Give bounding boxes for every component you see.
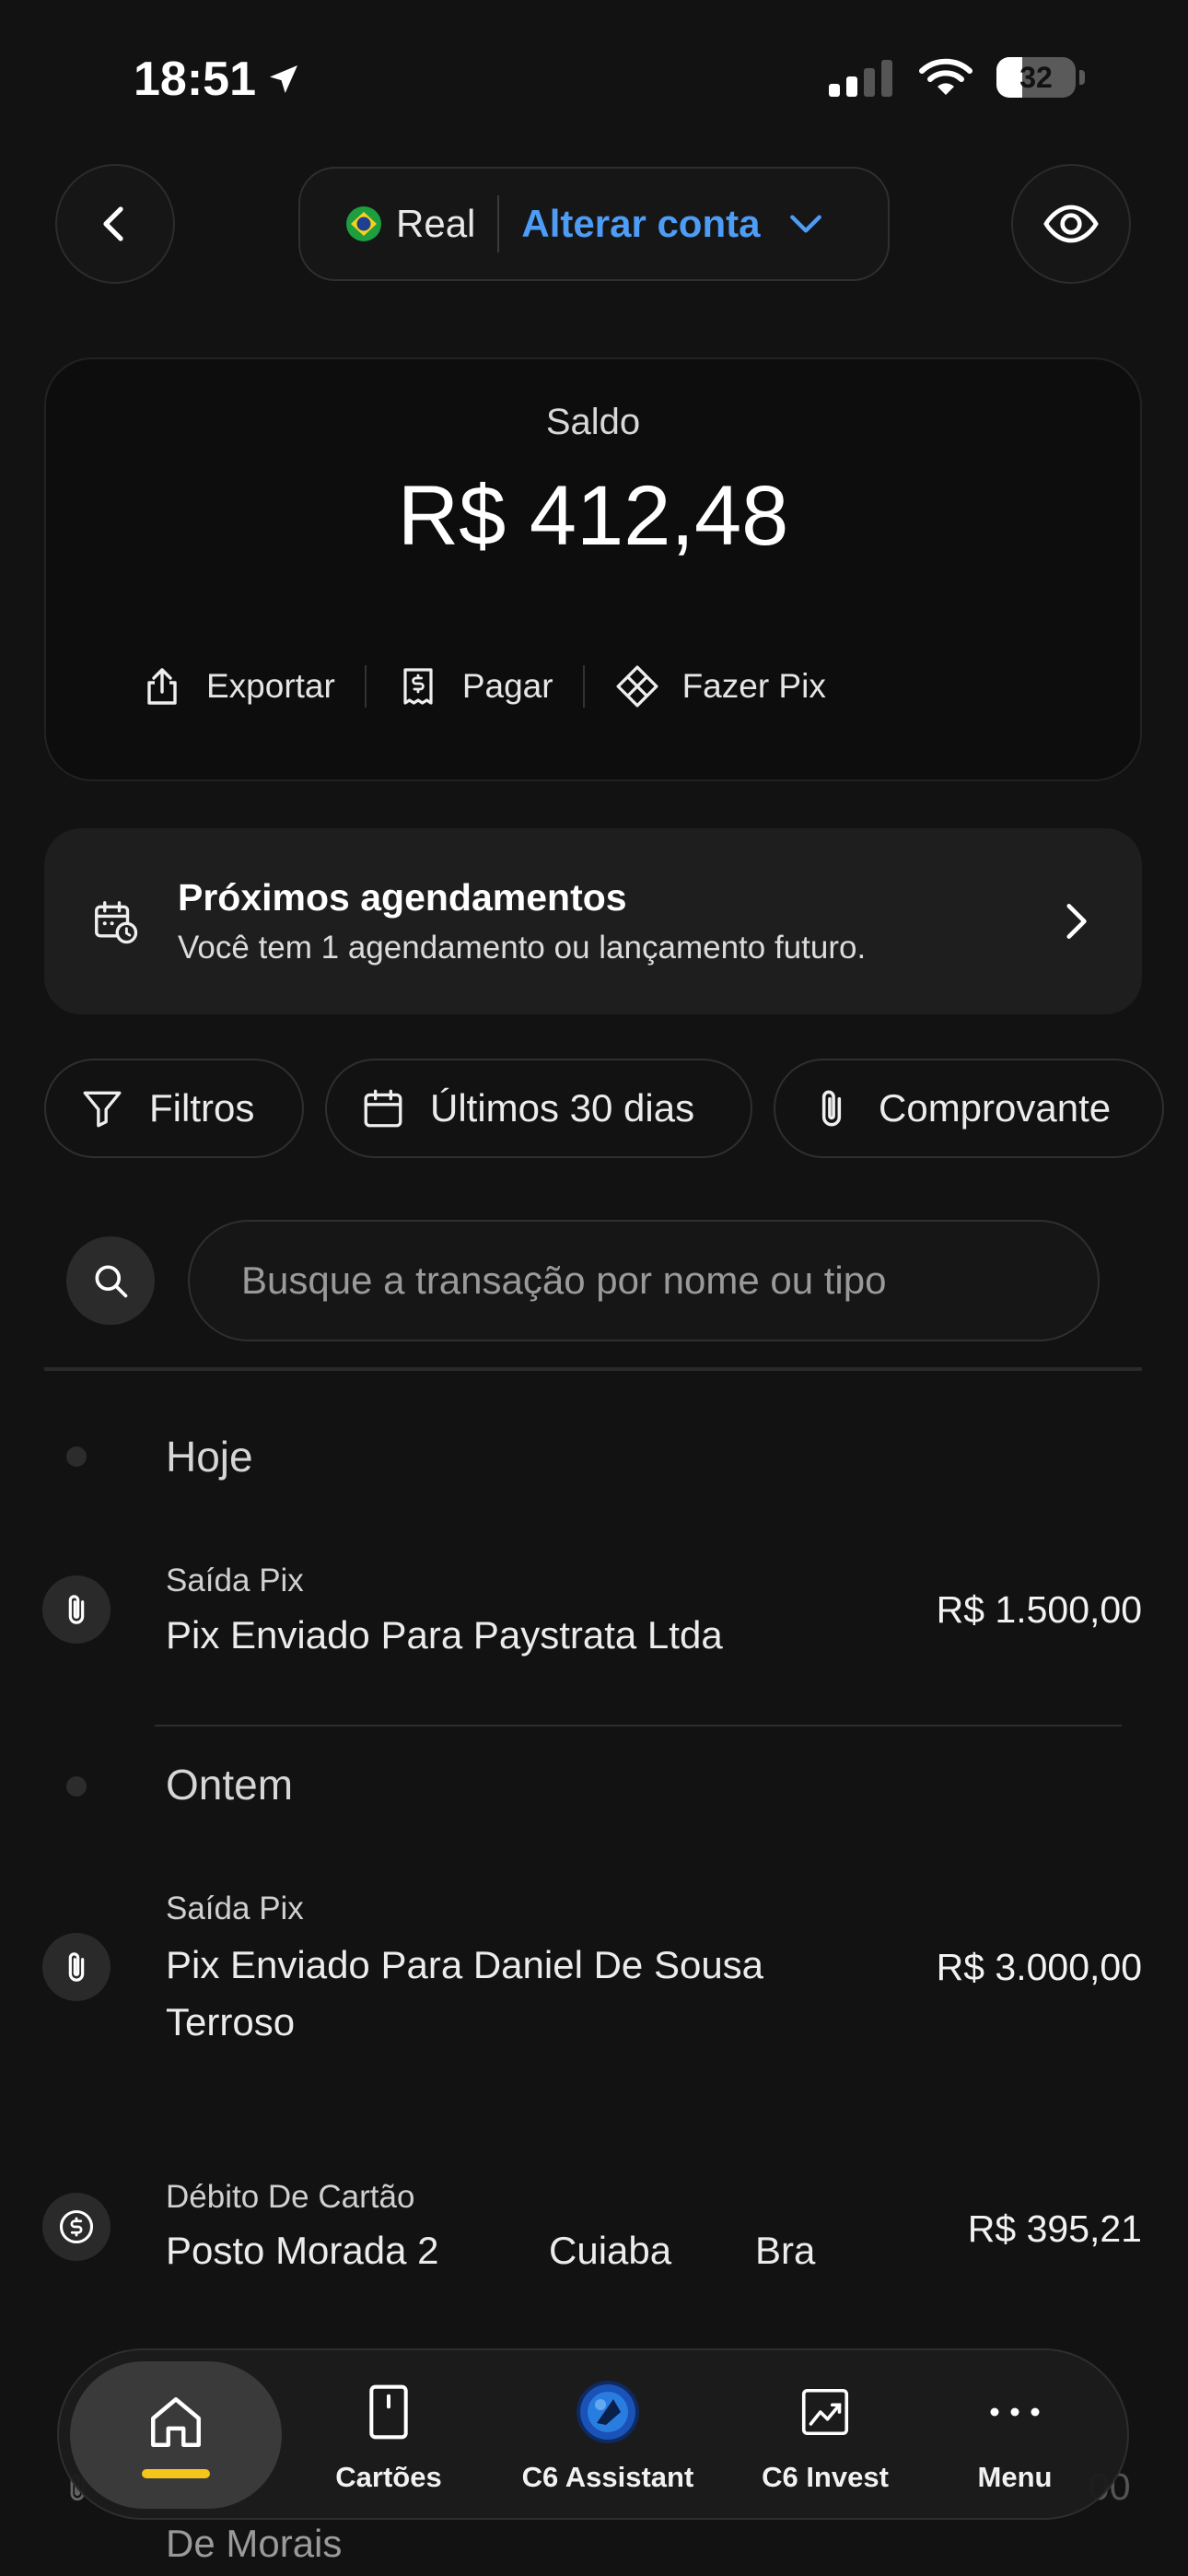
transaction-city: Cuiaba [549,2229,672,2272]
bottom-navigation: Cartões C6 Assistant C6 Invest Menu [57,2348,1129,2520]
transaction-name[interactable]: Posto Morada 2 [166,2222,439,2279]
toggle-visibility-button[interactable] [1011,164,1131,284]
paperclip-icon [821,1090,842,1127]
transaction-country: Bra [755,2229,816,2272]
nav-assistant-label: C6 Assistant [521,2461,694,2493]
balance-label: Saldo [545,402,641,442]
balance-card: Saldo R$ 412,48 Exportar Pagar Fazer Pix [44,357,1142,781]
transaction-amount: R$ 395,21 [967,2207,1142,2250]
timeline-dot [66,1446,87,1467]
nav-cards-label: Cartões [335,2461,442,2493]
filter-icon [83,1091,122,1128]
account-name: Real [396,202,476,245]
attachment-badge[interactable] [42,1575,111,1644]
action-divider [364,665,367,708]
back-button[interactable] [55,164,175,284]
wifi-icon [919,58,973,97]
nav-menu[interactable]: Menu [950,2378,1079,2494]
receipt-chip[interactable]: Comprovante [774,1059,1164,1158]
home-icon [151,2397,201,2447]
paperclip-icon [68,1952,85,1982]
calendar-clock-icon [90,896,140,946]
pix-label: Fazer Pix [681,667,826,705]
location-arrow-icon [265,61,302,98]
filters-label: Filtros [149,1086,255,1130]
schedule-subtitle: Você tem 1 agendamento ou lançamento fut… [178,930,867,966]
period-chip[interactable]: Últimos 30 dias [325,1059,752,1158]
transaction-name[interactable]: Pix Enviado Para Paystrata Ltda [166,1607,723,1664]
balance-value: R$ 412,48 [397,469,789,563]
nav-menu-label: Menu [977,2461,1053,2493]
transaction-amount: R$ 3.000,00 [936,1946,1142,1988]
transaction-type: Saída Pix [166,1563,304,1598]
pix-icon [616,665,658,708]
pay-label: Pagar [461,667,553,705]
period-label: Últimos 30 dias [430,1086,695,1130]
battery-nub [1079,70,1085,85]
group-divider [155,1725,1122,1727]
chart-icon [801,2388,849,2436]
nav-invest-label: C6 Invest [762,2461,889,2493]
status-time-text: 18:51 [134,53,256,106]
transaction-amount: R$ 1.500,00 [936,1588,1142,1631]
balance-actions: Exportar Pagar Fazer Pix [140,663,826,709]
more-dots-icon [990,2407,1040,2417]
search-input[interactable] [188,1220,1100,1341]
pay-button[interactable]: Pagar [396,664,553,708]
day-label-yesterday: Ontem [166,1761,294,1809]
pill-divider [497,195,500,252]
search-icon [95,1265,128,1298]
battery-icon: 32 [996,57,1076,98]
account-selector[interactable]: Real Alterar conta [298,167,890,281]
transaction-name[interactable]: Pix Enviado Para Daniel De Sousa Terroso [166,1937,829,2051]
export-button[interactable]: Exportar [140,664,335,708]
filters-chip[interactable]: Filtros [44,1059,304,1158]
battery-level: 32 [1019,61,1053,94]
transaction-type: Saída Pix [166,1891,304,1926]
card-debit-badge[interactable] [42,2193,111,2261]
eye-icon [1043,205,1099,243]
calendar-icon [364,1089,402,1128]
search-button[interactable] [66,1236,155,1325]
list-divider [44,1367,1142,1371]
pix-button[interactable]: Fazer Pix [614,663,826,709]
chevron-down-icon [786,204,826,244]
chevron-right-icon [1052,898,1098,944]
transaction-type: Débito De Cartão [166,2179,415,2215]
nav-assistant[interactable]: C6 Assistant [497,2378,718,2494]
day-label-today: Hoje [166,1433,253,1481]
dollar-circle-icon [59,2209,94,2244]
nav-invest[interactable]: C6 Invest [733,2378,917,2494]
signal-icon [829,58,895,97]
action-divider [582,665,585,708]
timeline-dot [66,1776,87,1797]
brazil-flag-icon [346,206,381,241]
card-icon [369,2384,408,2440]
paperclip-icon [68,1595,85,1624]
receipt-dollar-icon [403,668,433,705]
change-account-link[interactable]: Alterar conta [521,202,760,246]
export-label: Exportar [206,667,335,705]
chevron-left-icon [103,206,123,241]
status-time: 18:51 [134,52,302,107]
transaction-name[interactable]: De Morais [166,2515,342,2572]
status-indicators: 32 [829,57,1085,98]
upcoming-schedules-card[interactable]: Próximos agendamentos Você tem 1 agendam… [44,828,1142,1014]
nav-home[interactable] [70,2361,282,2509]
active-indicator [142,2469,210,2478]
nav-cards[interactable]: Cartões [315,2378,462,2494]
attachment-badge[interactable] [42,1933,111,2001]
receipt-label: Comprovante [879,1086,1112,1130]
schedule-title: Próximos agendamentos [178,876,627,919]
assistant-orb-icon [577,2381,639,2443]
share-icon [147,668,177,705]
